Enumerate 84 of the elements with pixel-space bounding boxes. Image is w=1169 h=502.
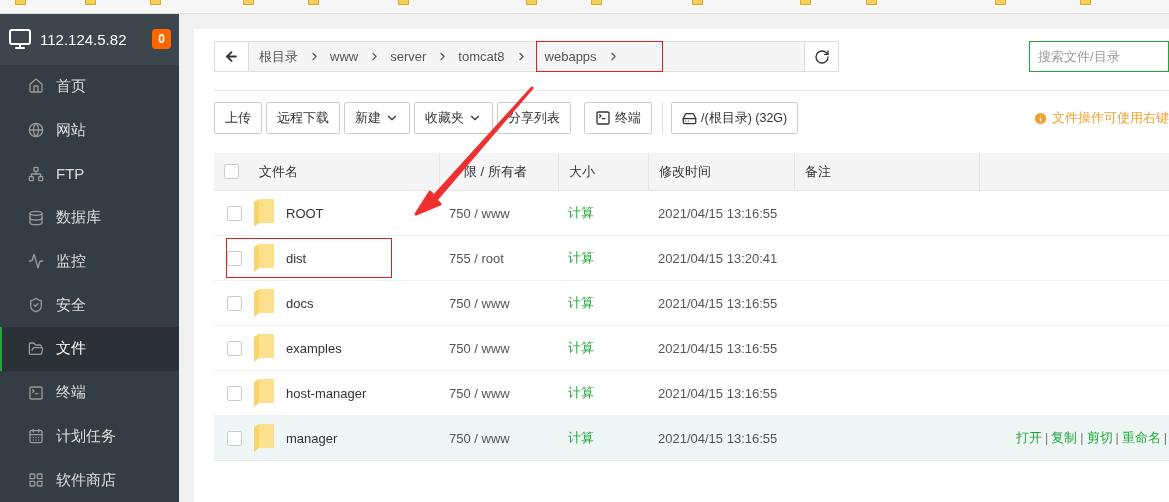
terminal-icon — [28, 384, 44, 401]
modified-time: 2021/04/15 13:16:55 — [657, 340, 779, 356]
permission-cell-text: 750 / www — [448, 295, 511, 311]
shield-icon — [28, 297, 44, 314]
database-icon — [28, 209, 44, 226]
permission-cell-text: 750 / www — [448, 430, 511, 446]
sidebar-item[interactable]: 网站 — [0, 108, 179, 153]
terminal-icon — [595, 110, 611, 126]
permission-cell-text: 750 / www — [448, 340, 511, 356]
column-header[interactable]: 修改时间 — [659, 162, 711, 181]
globe-icon — [28, 122, 44, 139]
folder-icon — [254, 244, 274, 272]
sidebar-item[interactable]: 数据库 — [0, 195, 179, 240]
sidebar-item[interactable]: 监控 — [0, 239, 179, 284]
modified-time: 2021/04/15 13:16:55 — [657, 205, 779, 221]
sidebar-item[interactable]: 首页 — [0, 64, 179, 109]
refresh-icon — [813, 48, 830, 65]
file-name[interactable]: manager — [286, 430, 338, 446]
breadcrumb-link[interactable]: server — [390, 42, 459, 71]
search-field[interactable]: 搜索文件/目录 — [1029, 41, 1169, 72]
home-icon — [28, 78, 44, 95]
sidebar-item[interactable]: 终端 — [0, 370, 179, 415]
file-row[interactable]: manager 750 / www 计算 2021/04/15 13:16:55 打开 | 复制 | 剪切 | 重命名 | — [214, 416, 1169, 461]
refresh-button[interactable] — [805, 42, 838, 71]
toolbar-button[interactable]: /(根目录) (32G) — [671, 102, 799, 134]
row-checkbox[interactable] — [227, 430, 242, 446]
file-name[interactable]: dist — [286, 250, 307, 266]
file-row[interactable]: dist 755 / root 计算 2021/04/15 13:20:41 — [214, 236, 1169, 281]
back-button[interactable] — [215, 42, 248, 71]
permission-cell-text: 755 / root — [448, 250, 505, 266]
sidebar-item[interactable]: 文件 — [0, 327, 179, 371]
back-icon — [224, 49, 239, 64]
modified-time: 2021/04/15 13:16:55 — [657, 385, 779, 401]
toolbar-button[interactable]: 分享列表 — [497, 102, 571, 134]
breadcrumb-link[interactable]: webapps — [536, 42, 662, 71]
toolbar-button[interactable]: 新建 — [344, 102, 410, 134]
modified-time: 2021/04/15 13:16:55 — [657, 430, 779, 446]
file-name[interactable]: examples — [286, 340, 342, 356]
toolbar-button[interactable]: 收藏夹 — [414, 102, 493, 134]
folder-icon — [254, 289, 274, 317]
separator-text: | — [1163, 431, 1167, 445]
select-all-checkbox[interactable] — [224, 164, 239, 179]
toolbar-button[interactable]: 终端 — [584, 102, 652, 134]
modified-time: 2021/04/15 13:20:41 — [657, 250, 779, 266]
separator-text: | — [1115, 431, 1119, 445]
breadcrumb-link[interactable]: 根目录 — [259, 42, 330, 71]
hint-text: 文件操作可使用右键 — [1052, 109, 1169, 127]
modified-time: 2021/04/15 13:16:55 — [657, 295, 779, 311]
server-icon — [8, 27, 32, 52]
grid-icon — [28, 472, 44, 489]
column-header[interactable]: 文件名 — [259, 162, 298, 181]
toolbar-button[interactable]: 远程下载 — [266, 102, 340, 134]
sidebar-item[interactable]: 软件商店 — [0, 458, 179, 502]
breadcrumb-link[interactable]: www — [330, 42, 391, 71]
toolbar-button[interactable]: 上传 — [214, 102, 262, 134]
file-name[interactable]: host-manager — [286, 385, 367, 401]
row-checkbox[interactable] — [227, 250, 242, 266]
file-name[interactable]: docs — [286, 295, 314, 311]
folder-icon — [254, 379, 274, 407]
separator-text: | — [1080, 431, 1084, 445]
folder-icon — [254, 424, 274, 452]
folder-icon — [254, 334, 274, 362]
info-icon — [1033, 110, 1048, 126]
row-checkbox[interactable] — [227, 205, 242, 221]
sidebar-item[interactable]: 安全 — [0, 283, 179, 328]
network-icon — [28, 165, 44, 182]
column-header[interactable]: 限 / 所有者 — [450, 162, 527, 181]
separator-text: | — [1045, 431, 1049, 445]
server-address: 112.124.5.82 — [40, 30, 128, 48]
folder-icon — [28, 340, 44, 357]
folder-icon — [254, 199, 274, 227]
file-name[interactable]: ROOT — [286, 205, 324, 221]
column-header[interactable]: 备注 — [805, 162, 831, 181]
row-checkbox[interactable] — [227, 385, 242, 401]
permission-cell-text: 750 / www — [448, 385, 511, 401]
permission-cell-text: 750 / www — [448, 205, 511, 221]
row-checkbox[interactable] — [227, 340, 242, 356]
row-checkbox[interactable] — [227, 295, 242, 311]
breadcrumb-link[interactable]: tomcat8 — [458, 42, 537, 71]
sidebar-item[interactable]: 计划任务 — [0, 414, 179, 459]
calendar-icon — [28, 428, 44, 445]
column-header[interactable]: 大小 — [569, 162, 595, 181]
drive-icon — [682, 110, 697, 126]
sidebar-item[interactable]: FTP — [0, 152, 179, 196]
